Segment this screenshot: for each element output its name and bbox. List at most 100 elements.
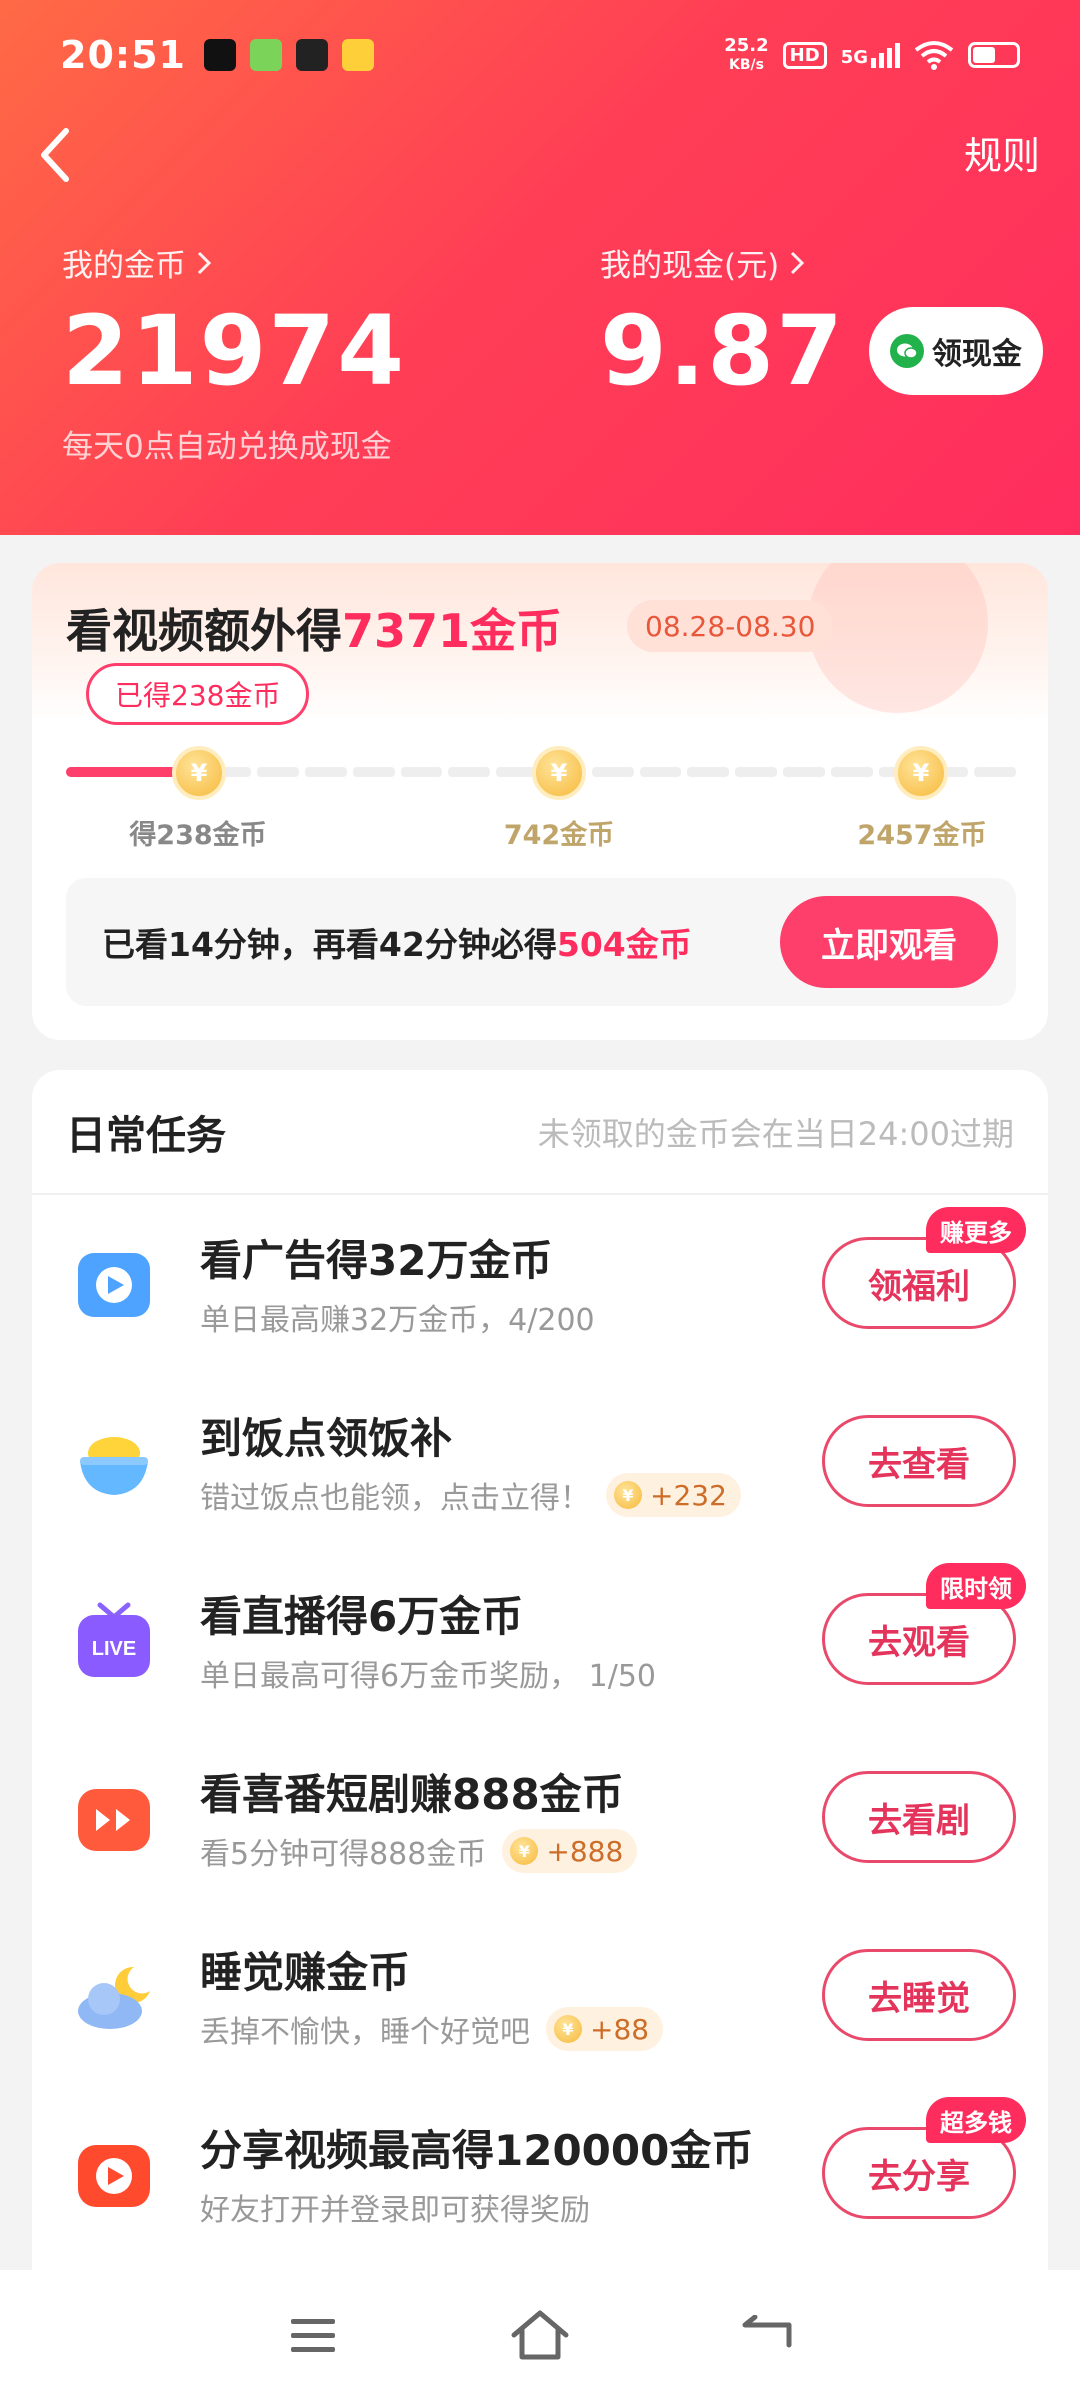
system-nav-bar [0,2270,1080,2400]
tasks-title: 日常任务 [66,1112,226,1159]
watch-text-prefix: 已看14分钟，再看42分钟必得 [102,925,557,964]
cash-row: 9.87 领现金 [600,285,1043,399]
reward-chip: ¥ +888 [502,1829,638,1873]
wifi-icon [914,41,954,70]
task-desc: 单日最高可得6万金币奖励， 1/50 [200,1651,656,1695]
milestone-label: 742金币 [503,820,615,851]
task-item-watch-live: LIVE 看直播得6万金币 单日最高可得6万金币奖励， 1/50 去观看 限时领 [32,1551,1048,1729]
share-video-icon [78,2145,150,2207]
task-title: 看喜番短剧赚888金币 [200,1770,624,1819]
watch-progress-text: 已看14分钟，再看42分钟必得504金币 [102,918,692,966]
bonus-title: 看视频额外得7371金币 [66,595,562,661]
watch-text-amount: 504金币 [556,925,692,964]
task-item-sleep: 睡觉赚金币 丢掉不愉快，睡个好觉吧 ¥ +88 去睡觉 [32,1907,1048,2085]
task-desc-text: 单日最高可得6万金币奖励， 1/50 [200,1659,656,1694]
my-coins-label-row: 我的金币 [62,240,406,285]
header: 20:51 25.2 KB/s HD 5G 规则 我的金币 21974 每天0点… [0,0,1080,535]
daily-tasks-card: 日常任务 未领取的金币会在当日24:00过期 看广告得32万金币 单日最高赚32… [32,1070,1048,2400]
back-arrow-icon [742,2315,792,2348]
nav-home-button[interactable] [495,2295,585,2375]
reward-chip: ¥ +232 [606,1473,741,1517]
reward-chip: ¥ +88 [546,2007,664,2051]
reward-amount: +888 [546,1834,624,1868]
my-cash-section: 我的现金(元) 9.87 领现金 [600,240,1043,399]
chevron-right-icon [791,251,805,274]
task-title: 分享视频最高得120000金币 [200,2126,754,2175]
video-bonus-card: 看视频额外得7371金币 08.28-08.30 已得238金币 ¥ ¥ ¥ 得… [32,563,1048,1040]
task-desc-text: 丢掉不愉快，睡个好觉吧 [200,2015,530,2050]
nav-menu-button[interactable] [268,2295,358,2375]
reward-amount: +88 [590,2012,650,2046]
milestone-label: 2457金币 [857,820,987,851]
earned-coins-tooltip: 已得238金币 [86,663,310,725]
task-title: 到饭点领饭补 [200,1414,453,1463]
reward-amount: +232 [650,1478,727,1512]
wechat-icon [889,334,924,368]
signal-5g-icon: 5G [840,42,900,68]
my-coins-section[interactable]: 我的金币 21974 每天0点自动兑换成现金 [62,240,406,466]
network-type: 5G [840,46,868,68]
bonus-title-prefix: 看视频额外得 [66,604,342,658]
hd-badge: HD [782,41,827,69]
soul-app-icon [295,39,328,71]
chevron-right-icon [197,251,212,274]
task-desc-text: 错过饭点也能领，点击立得！ [200,1481,590,1516]
battery-icon [968,42,1020,68]
status-bar: 20:51 25.2 KB/s HD 5G [0,0,1080,110]
net-speed: 25.2 KB/s [724,34,769,74]
milestone-coin-icon: ¥ [894,746,948,800]
watch-progress-box: 已看14分钟，再看42分钟必得504金币 立即观看 [66,878,1016,1006]
task-badge: 限时领 [926,1563,1026,1609]
milestone-label: 得238金币 [129,820,267,851]
svg-text:LIVE: LIVE [92,1638,136,1660]
tasks-expiry-note: 未领取的金币会在当日24:00过期 [537,1114,1014,1153]
task-title: 看广告得32万金币 [200,1236,553,1285]
my-coins-label: 我的金币 [62,248,186,284]
withdraw-cash-button[interactable]: 领现金 [868,307,1043,395]
task-button[interactable]: 去睡觉 [822,1949,1016,2041]
task-title: 看直播得6万金币 [200,1592,524,1641]
tasks-header: 日常任务 未领取的金币会在当日24:00过期 [32,1070,1048,1195]
my-cash-label-row[interactable]: 我的现金(元) [600,240,1043,285]
task-badge: 赚更多 [926,1207,1026,1253]
task-item-short-drama: 看喜番短剧赚888金币 看5分钟可得888金币 ¥ +888 去看剧 [32,1729,1048,1907]
short-drama-icon [78,1789,150,1851]
rice-bowl-icon [80,1437,148,1495]
task-desc: 丢掉不愉快，睡个好觉吧 ¥ +88 [200,2007,664,2051]
task-badge: 超多钱 [926,2097,1026,2143]
task-desc: 看5分钟可得888金币 ¥ +888 [200,1829,638,1873]
video-ad-icon [78,1253,150,1317]
live-tv-icon: LIVE [78,1602,150,1677]
task-button[interactable]: 去查看 [822,1415,1016,1507]
coins-note: 每天0点自动兑换成现金 [62,429,392,465]
withdraw-label: 领现金 [931,337,1022,372]
back-button[interactable] [38,120,88,190]
task-title: 睡觉赚金币 [200,1948,411,1997]
task-desc-text: 单日最高赚32万金币，4/200 [200,1303,595,1338]
milestone-coin-icon: ¥ [532,746,586,800]
net-speed-value: 25.2 [724,34,769,56]
status-notification-icons [203,39,374,71]
bonus-title-amount: 7371金币 [342,604,563,658]
net-speed-unit: KB/s [728,56,764,73]
task-button[interactable]: 去看剧 [822,1771,1016,1863]
task-item-watch-ads: 看广告得32万金币 单日最高赚32万金币，4/200 领福利 赚更多 [32,1195,1048,1373]
coin-icon: ¥ [510,1837,539,1865]
task-desc-text: 看5分钟可得888金币 [200,1837,487,1872]
status-time: 20:51 [60,33,186,77]
moon-cloud-icon [78,1966,150,2029]
task-item-share-video: 分享视频最高得120000金币 好友打开并登录即可获得奖励 去分享 超多钱 [32,2085,1048,2263]
tiktok-icon [203,39,236,71]
nav-back-button[interactable] [722,2295,812,2375]
watch-now-button[interactable]: 立即观看 [780,896,998,988]
photo-app-icon [341,39,374,71]
task-desc: 错过饭点也能领，点击立得！ ¥ +232 [200,1473,741,1517]
coin-icon: ¥ [554,2015,582,2043]
video-app-icon [249,39,282,71]
milestone-coin-icon: ¥ [172,746,226,800]
task-desc: 好友打开并登录即可获得奖励 [200,2185,590,2229]
task-item-meal-subsidy: 到饭点领饭补 错过饭点也能领，点击立得！ ¥ +232 去查看 [32,1373,1048,1551]
status-indicators: 25.2 KB/s HD 5G [724,34,1020,74]
rules-link[interactable]: 规则 [964,125,1040,180]
coin-icon: ¥ [614,1481,642,1509]
